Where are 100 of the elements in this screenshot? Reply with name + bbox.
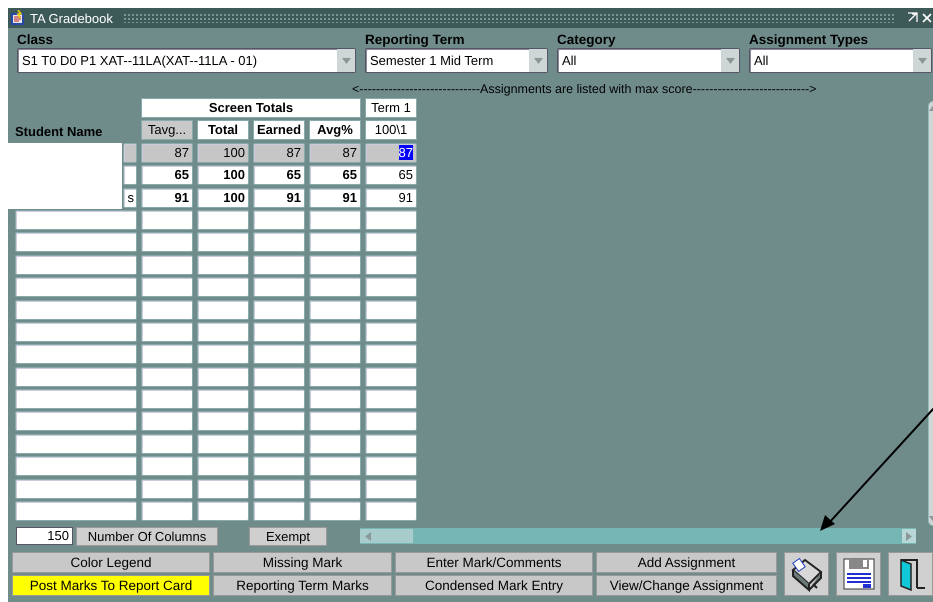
column-header[interactable]: Total [197,120,249,140]
filter-dropdown[interactable]: S1 T0 D0 P1 XAT--11LA(XAT--11LA - 01) [17,48,356,73]
action-button[interactable]: Post Marks To Report Card [12,575,210,596]
total-cell [253,254,305,275]
mark-cell[interactable] [365,277,417,298]
student-name-cell[interactable] [15,344,137,364]
student-name-cell[interactable] [15,210,137,230]
student-name-header: Student Name [15,124,104,140]
total-cell [309,501,361,522]
filter-dropdown[interactable]: All [749,48,932,73]
total-cell [141,501,193,522]
action-button[interactable]: Missing Mark [213,552,392,573]
student-name-cell[interactable] [123,165,137,186]
total-cell [197,277,249,298]
total-cell [197,232,249,252]
total-cell [309,366,361,387]
mark-cell[interactable] [365,411,417,432]
total-cell [141,322,193,342]
total-cell: 65 [141,165,193,186]
mark-cell[interactable] [365,501,417,522]
total-cell [141,456,193,476]
action-button[interactable]: Condensed Mark Entry [395,575,593,596]
total-cell [197,344,249,364]
student-name-cell[interactable] [15,501,137,522]
close-icon[interactable] [922,13,932,23]
total-cell [253,344,305,364]
total-cell [197,254,249,275]
student-name-cell[interactable]: s [123,188,137,208]
filter-dropdown[interactable]: All [557,48,740,73]
column-header[interactable]: Avg% [309,120,361,140]
student-name-cell[interactable] [15,478,137,499]
number-of-columns-button[interactable]: Number Of Columns [76,526,218,546]
mark-cell[interactable] [365,210,417,230]
total-cell: 65 [253,165,305,186]
exempt-button[interactable]: Exempt [249,526,327,546]
student-name-cell[interactable] [15,434,137,454]
student-name-cell[interactable] [15,232,137,252]
total-cell [253,501,305,522]
total-cell: 87 [141,142,193,163]
mark-cell[interactable] [365,322,417,342]
mark-cell[interactable] [365,389,417,410]
action-button[interactable]: Reporting Term Marks [213,575,392,596]
mark-cell[interactable] [365,254,417,275]
mark-cell[interactable] [365,478,417,499]
total-cell [141,277,193,298]
total-cell [309,300,361,320]
column-header[interactable]: Tavg... [141,120,193,140]
total-cell [309,456,361,476]
total-cell [197,434,249,454]
total-cell: 100 [197,188,249,208]
mark-cell[interactable] [365,232,417,252]
mark-cell[interactable] [365,300,417,320]
totals-header: Screen Totals [141,98,361,118]
print-button[interactable] [784,552,829,596]
total-cell [197,300,249,320]
total-cell [141,434,193,454]
mark-cell[interactable] [365,434,417,454]
total-cell [197,501,249,522]
student-name-cell[interactable] [15,389,137,410]
total-cell [309,232,361,252]
mark-cell[interactable]: 91 [365,188,417,208]
total-cell: 91 [309,188,361,208]
student-name-cell[interactable] [15,254,137,275]
mark-cell[interactable] [365,344,417,364]
total-cell [309,344,361,364]
total-cell [253,300,305,320]
exit-button[interactable] [888,552,933,596]
action-button[interactable]: Color Legend [12,552,210,573]
save-button[interactable] [836,552,881,596]
scroll-right-icon[interactable] [906,532,912,540]
student-name-cell[interactable] [15,322,137,342]
student-name-cell[interactable] [15,456,137,476]
number-of-columns-field[interactable]: 150 [16,527,73,545]
action-button[interactable]: View/Change Assignment [596,575,777,596]
student-name-cell[interactable] [15,411,137,432]
dropdown-arrow-icon[interactable] [918,58,926,64]
dropdown-arrow-icon[interactable] [726,58,734,64]
total-cell [309,434,361,454]
total-cell [253,478,305,499]
total-cell: 87 [309,142,361,163]
total-cell [141,389,193,410]
action-button[interactable]: Add Assignment [596,552,777,573]
total-cell [141,254,193,275]
filter-dropdown[interactable]: Semester 1 Mid Term [365,48,548,73]
student-name-cell[interactable] [15,277,137,298]
mark-cell[interactable]: 65 [365,165,417,186]
student-name-cell[interactable] [123,142,137,163]
student-name-cell[interactable] [15,366,137,387]
action-button[interactable]: Enter Mark/Comments [395,552,593,573]
mark-cell[interactable] [365,366,417,387]
maximize-icon[interactable] [906,12,918,24]
mark-cell[interactable] [365,456,417,476]
dropdown-arrow-icon[interactable] [534,58,542,64]
mark-cell[interactable]: 87 [365,142,417,163]
total-cell [197,478,249,499]
term-header: Term 1 [365,98,417,118]
horizontal-scrollbar[interactable] [360,528,916,544]
column-header[interactable]: Earned [253,120,305,140]
dropdown-arrow-icon[interactable] [342,58,350,64]
student-name-cell[interactable] [15,300,137,320]
